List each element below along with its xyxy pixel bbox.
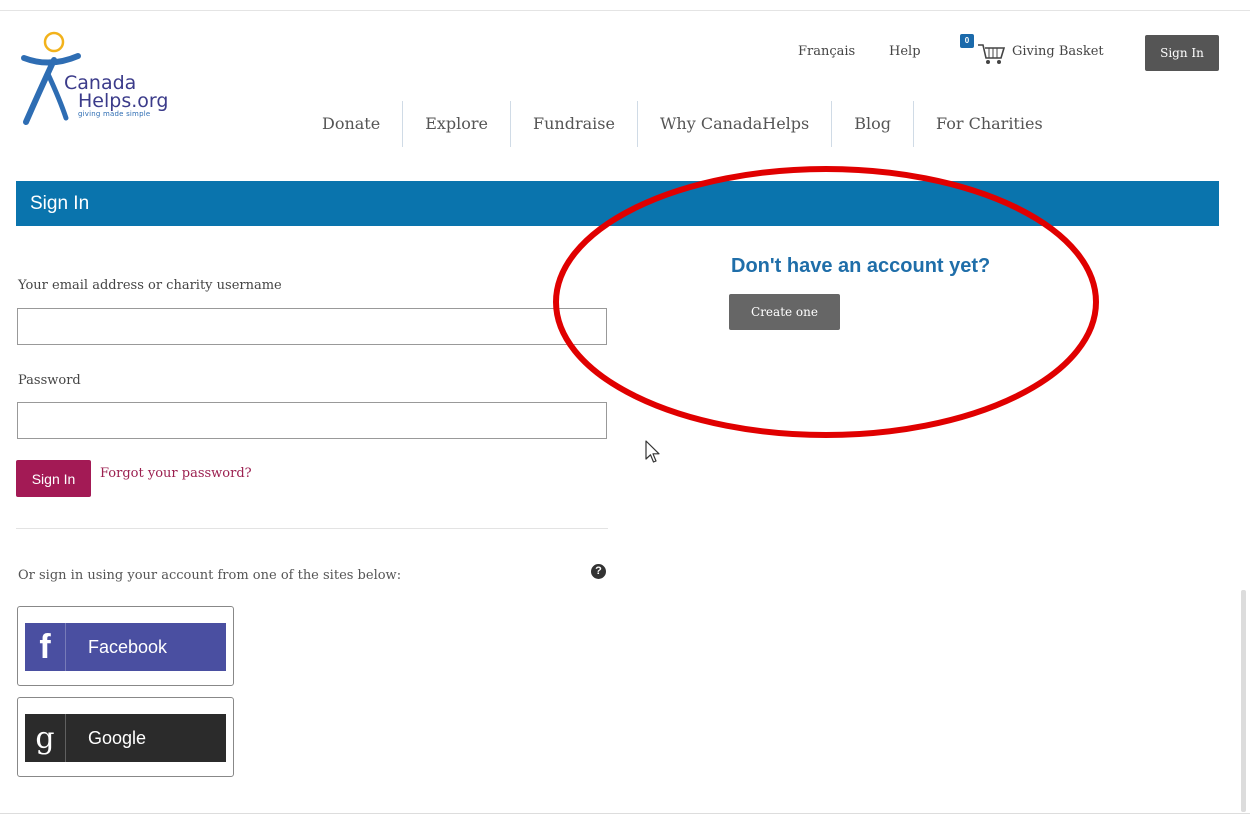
help-link[interactable]: Help (889, 44, 921, 59)
facebook-icon: f (25, 623, 66, 671)
bottom-border (0, 813, 1250, 814)
canadahelps-logo[interactable]: Canada Helps.org giving made simple (20, 30, 220, 130)
nav-fundraise[interactable]: Fundraise (511, 100, 637, 148)
facebook-sign-in-box: f Facebook (17, 606, 234, 686)
google-sign-in-box: g Google (17, 697, 234, 777)
help-icon[interactable]: ? (591, 564, 606, 579)
sign-in-button[interactable]: Sign In (16, 460, 91, 497)
main-nav: Donate Explore Fundraise Why CanadaHelps… (300, 100, 1065, 148)
password-field[interactable] (17, 402, 607, 439)
nav-explore[interactable]: Explore (403, 100, 510, 148)
facebook-sign-in-button[interactable]: f Facebook (25, 623, 226, 671)
nav-blog[interactable]: Blog (832, 100, 913, 148)
nav-donate[interactable]: Donate (300, 100, 402, 148)
scrollbar-thumb[interactable] (1241, 590, 1246, 812)
header-sign-in-button[interactable]: Sign In (1145, 35, 1219, 71)
cart-icon (978, 44, 1006, 64)
google-icon: g (25, 714, 66, 762)
password-label: Password (18, 373, 81, 388)
red-annotation-ellipse (553, 166, 1099, 438)
basket-count-badge: 0 (960, 34, 974, 48)
email-label: Your email address or charity username (18, 278, 282, 293)
forgot-password-link[interactable]: Forgot your password? (100, 466, 252, 481)
mouse-cursor-icon (645, 440, 660, 463)
basket-label: Giving Basket (1012, 44, 1104, 59)
email-field[interactable] (17, 308, 607, 345)
language-link[interactable]: Français (798, 44, 855, 59)
form-divider (16, 528, 608, 529)
nav-why-canadahelps[interactable]: Why CanadaHelps (638, 100, 831, 148)
logo-line2: Helps.org (78, 90, 169, 112)
social-sign-in-hint: Or sign in using your account from one o… (18, 568, 402, 583)
page-title: Sign In (30, 193, 90, 214)
google-label: Google (88, 727, 147, 748)
top-border (0, 0, 1250, 11)
nav-for-charities[interactable]: For Charities (914, 100, 1065, 148)
facebook-label: Facebook (88, 636, 168, 657)
google-sign-in-button[interactable]: g Google (25, 714, 226, 762)
